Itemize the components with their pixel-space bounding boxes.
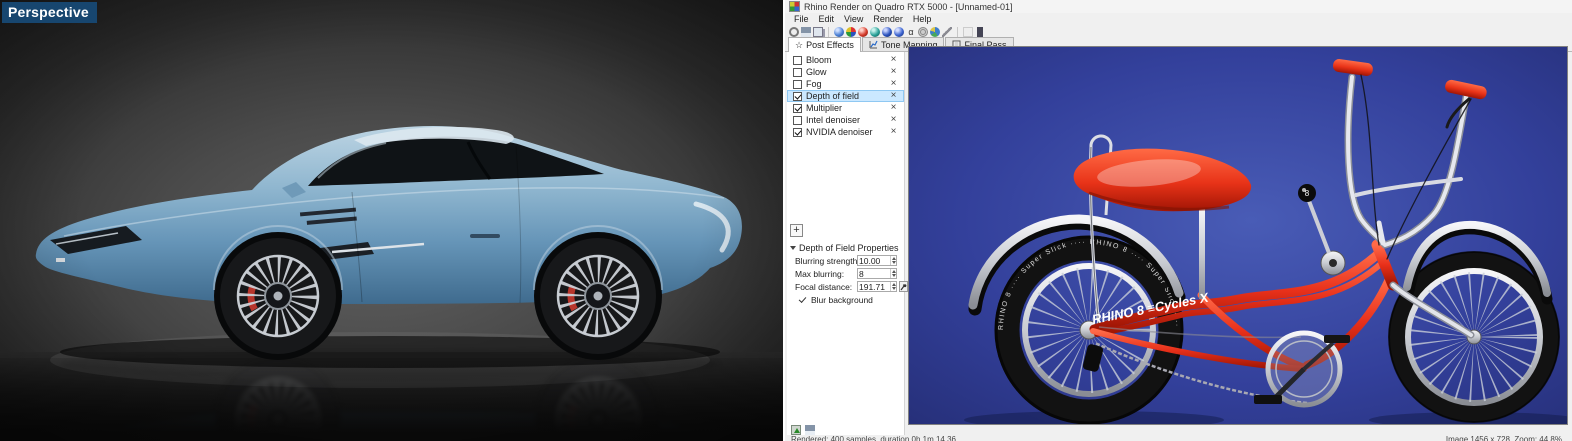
spinner[interactable] [890,256,896,265]
chevron-down-icon [790,246,796,250]
max-blurring-field[interactable] [857,268,897,279]
toolbar-separator [957,26,958,37]
blur-background-row[interactable]: Blur background [787,293,904,306]
gear-icon[interactable] [918,26,928,37]
pause-icon[interactable] [977,26,983,37]
render-image: RHINO 8 ···· Super Slick ···· RHINO 8 ··… [908,46,1568,425]
globe-icon[interactable] [930,26,940,37]
remove-icon[interactable]: × [889,127,898,137]
post-effect-row-nvidia-denoiser[interactable]: NVIDIA denoiser × [787,126,904,138]
checkbox[interactable] [793,127,802,137]
spinner[interactable] [890,282,896,291]
cutter-icon[interactable] [942,26,952,37]
car-render [0,0,783,441]
checkbox[interactable] [793,79,802,89]
image-zoom-text: Image 1456 x 728, Zoom: 44.8% [1445,435,1562,441]
rhino-render-window: Rhino Render on Quadro RTX 5000 - [Unnam… [783,0,1572,441]
checkbox[interactable] [793,103,802,113]
alpha-channel-icon[interactable]: α [906,27,916,37]
checkbox[interactable] [793,55,802,65]
post-effect-row-glow[interactable]: Glow × [787,66,904,78]
post-effect-row-fog[interactable]: Fog × [787,78,904,90]
save-render-icon[interactable] [805,425,815,435]
remove-icon[interactable]: × [889,115,898,125]
ghost-icon[interactable] [963,26,973,37]
screen: Perspective Rhino Render on Quadro RTX 5… [0,0,1572,441]
max-blurring-row: Max blurring: [787,267,904,280]
window-title: Rhino Render on Quadro RTX 5000 - [Unnam… [804,1,1013,12]
title-bar[interactable]: Rhino Render on Quadro RTX 5000 - [Unnam… [785,0,1572,14]
star-icon: ☆ [795,39,804,50]
focal-point-picker-button[interactable] [899,281,908,292]
render-clock-icon[interactable] [789,26,799,37]
panel-bottom-icons [791,425,815,435]
status-bar: Rendered: 400 samples, duration 0h 1m 14… [785,435,1572,441]
remove-icon[interactable]: × [889,91,898,101]
chart-icon [869,40,878,49]
tab-post-effects[interactable]: ☆ Post Effects [788,37,861,52]
blurring-strength-row: Blurring strength: [787,254,904,267]
remove-icon[interactable]: × [889,55,898,65]
remove-icon[interactable]: × [889,67,898,77]
channel-red-icon[interactable] [858,26,868,37]
menu-help[interactable]: Help [908,14,937,24]
focal-distance-input[interactable] [858,282,890,291]
checkbox[interactable] [793,115,802,125]
menu-file[interactable]: File [789,14,814,24]
post-effect-row-multiplier[interactable]: Multiplier × [787,102,904,114]
save-image-icon[interactable] [801,26,811,37]
spinner[interactable] [890,269,896,278]
post-effects-list: Bloom × Glow × Fog × Depth of field × Mu… [787,54,904,138]
perspective-viewport: Perspective [0,0,783,441]
tab-label: Post Effects [806,40,854,50]
app-icon [789,1,800,12]
render-status-text: Rendered: 400 samples, duration 0h 1m 14… [791,435,956,441]
blurring-strength-input[interactable] [858,256,890,265]
checkbox[interactable] [793,67,802,77]
dof-properties-header[interactable]: Depth of Field Properties [787,242,904,254]
bike-render: RHINO 8 ···· Super Slick ···· RHINO 8 ··… [909,47,1567,424]
focal-distance-field[interactable] [857,281,897,292]
copy-image-icon[interactable] [813,26,823,37]
dof-properties-section: Depth of Field Properties Blurring stren… [787,242,908,306]
channel-royal-icon[interactable] [894,26,904,37]
blurring-strength-field[interactable] [857,255,897,266]
focal-distance-row: Focal distance: [787,280,908,293]
post-effects-panel: Bloom × Glow × Fog × Depth of field × Mu… [787,52,908,437]
checkbox[interactable] [799,296,807,304]
add-effect-button[interactable]: + [790,224,803,237]
viewport-title[interactable]: Perspective [2,2,97,23]
post-effect-row-bloom[interactable]: Bloom × [787,54,904,66]
max-blurring-input[interactable] [858,269,890,278]
channel-navy-icon[interactable] [882,26,892,37]
open-render-icon[interactable] [791,425,801,435]
channel-rgb-icon[interactable] [846,26,856,37]
menu-render[interactable]: Render [868,14,908,24]
checkbox[interactable] [793,91,802,101]
menu-view[interactable]: View [839,14,868,24]
toolbar-separator [828,26,829,37]
eight-ball-label: 8 [1305,189,1310,198]
remove-icon[interactable]: × [889,103,898,113]
channel-teal-icon[interactable] [870,26,880,37]
post-effect-row-depth-of-field[interactable]: Depth of field × [787,90,904,102]
channel-blue-icon[interactable] [834,26,844,37]
remove-icon[interactable]: × [889,79,898,89]
menu-edit[interactable]: Edit [814,14,840,24]
post-effect-row-intel-denoiser[interactable]: Intel denoiser × [787,114,904,126]
menu-bar: File Edit View Render Help [785,13,1572,25]
